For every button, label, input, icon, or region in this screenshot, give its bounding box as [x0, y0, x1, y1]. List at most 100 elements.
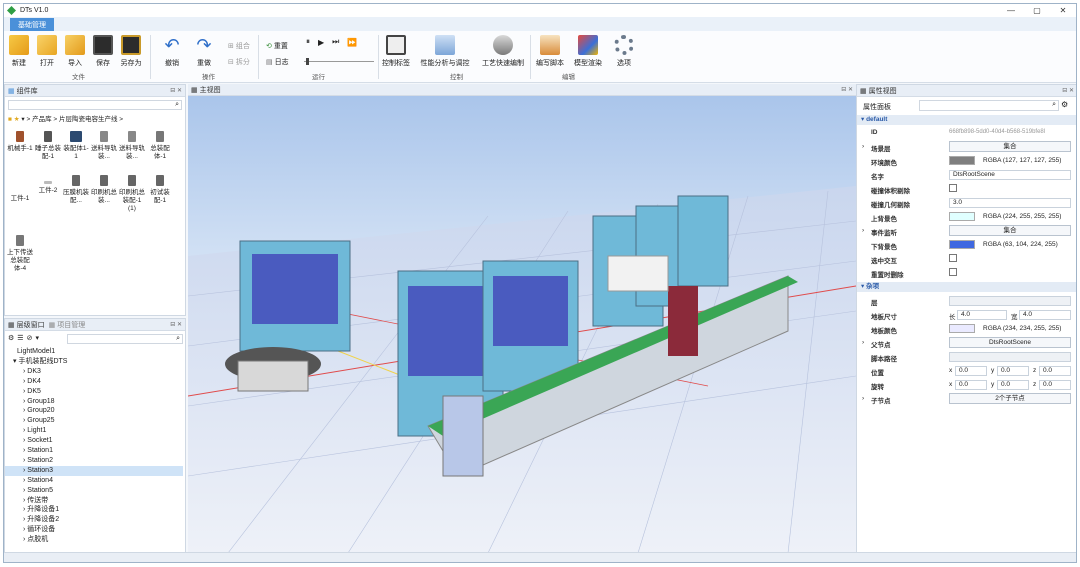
minimize-button[interactable]: —	[998, 4, 1024, 17]
rot-y-field[interactable]: 0.0	[997, 380, 1029, 390]
library-item[interactable]: 上下传送总装配体-4	[7, 235, 33, 273]
floor-width-field[interactable]: 4.0	[1019, 310, 1071, 320]
collection-button[interactable]: 集合	[949, 141, 1071, 152]
tree-item[interactable]: › 循环设备	[9, 525, 55, 535]
panel-pin-icon[interactable]: ⊟ ✕	[170, 87, 182, 94]
tree-item[interactable]: › Socket1	[9, 436, 53, 446]
reset-checkbox[interactable]	[949, 268, 957, 276]
properties-search-input[interactable]: ⌕	[919, 100, 1059, 111]
link-icon[interactable]: ⊘	[27, 334, 33, 342]
reset-button[interactable]: ⟲ 重置	[266, 41, 288, 51]
color-swatch[interactable]	[949, 212, 975, 221]
hierarchy-search-input[interactable]: ⌕	[67, 334, 183, 344]
children-button[interactable]: 2个子节点	[949, 393, 1071, 404]
tree-item[interactable]: › 升降设备2	[9, 515, 59, 525]
library-item[interactable]: 总装配体-1	[147, 131, 173, 161]
color-swatch[interactable]	[949, 240, 975, 249]
speed-slider[interactable]	[304, 58, 374, 65]
tree-item[interactable]: › 升降设备1	[9, 505, 59, 515]
maximize-button[interactable]: ▢	[1024, 4, 1050, 17]
tree-item[interactable]: › Group20	[9, 406, 55, 416]
save-as-button[interactable]: 另存为	[117, 35, 145, 68]
tree-item[interactable]: › DK3	[9, 367, 41, 377]
import-button[interactable]: 导入	[61, 35, 89, 68]
tree-item[interactable]: › 点胶机	[9, 535, 48, 545]
library-item[interactable]: 工件-2	[35, 181, 61, 195]
process-compile-button[interactable]: 工艺快速编制	[480, 35, 526, 68]
library-item[interactable]: 印刷机总装配-1 (1)	[119, 175, 145, 213]
pos-x-field[interactable]: 0.0	[955, 366, 987, 376]
tree-item[interactable]: › Group18	[9, 397, 55, 407]
combine-button[interactable]: ⊞ 组合	[228, 41, 250, 51]
tree-item[interactable]: › DK5	[9, 387, 41, 397]
color-swatch[interactable]	[949, 324, 975, 333]
tree-item[interactable]: ▾ 手机装配线DTS	[9, 357, 67, 367]
rot-z-field[interactable]: 0.0	[1039, 380, 1071, 390]
library-item[interactable]: 送料导轨装...	[119, 131, 145, 161]
station-5[interactable]	[677, 195, 729, 287]
list-icon[interactable]: ☰	[17, 334, 23, 342]
library-item[interactable]: 装配体1-1	[63, 131, 89, 161]
layer-field[interactable]	[949, 296, 1071, 306]
save-button[interactable]: 保存	[89, 35, 117, 68]
new-button[interactable]: 新建	[5, 35, 33, 68]
library-item[interactable]: 送料导轨装...	[91, 131, 117, 161]
pick-checkbox[interactable]	[949, 254, 957, 262]
write-script-button[interactable]: 编写脚本	[534, 35, 566, 68]
parent-button[interactable]: DtsRootScene	[949, 337, 1071, 348]
tree-item[interactable]: › Station5	[9, 486, 53, 496]
panel-pin-icon[interactable]: ⊟ ✕	[1062, 87, 1074, 94]
library-search-input[interactable]: ⌕	[8, 100, 182, 110]
section-default[interactable]: ▾ default	[857, 115, 1076, 125]
star-icon[interactable]: ★	[14, 116, 20, 123]
scene-3d-render[interactable]	[188, 96, 856, 553]
tree-item[interactable]: › Station4	[9, 476, 53, 486]
control-tag-button[interactable]: 控制标签	[380, 35, 412, 68]
options-button[interactable]: 选项	[610, 35, 638, 68]
tab-project[interactable]: 项目管理	[57, 320, 85, 330]
tree-item[interactable]: › Station2	[9, 456, 53, 466]
close-button[interactable]: ✕	[1050, 4, 1076, 17]
section-misc[interactable]: ▾ 杂项	[857, 282, 1076, 292]
pos-z-field[interactable]: 0.0	[1039, 366, 1071, 376]
library-item[interactable]: 压膜机装配...	[63, 175, 89, 205]
undo-button[interactable]: ↶ 撤销	[158, 35, 186, 68]
chevron-down-icon[interactable]: ▾	[35, 334, 39, 342]
cull-checkbox[interactable]	[949, 184, 957, 192]
tab-hierarchy[interactable]: 层级窗口	[17, 320, 45, 330]
script-path-field[interactable]	[949, 352, 1071, 362]
split-button[interactable]: ⊟ 拆分	[228, 57, 250, 67]
tree-item[interactable]: LightModel1	[9, 347, 55, 357]
main-viewport[interactable]: ▦ 主视图 ⊟ ✕	[188, 84, 856, 553]
pos-y-field[interactable]: 0.0	[997, 366, 1029, 376]
name-field[interactable]: DtsRootScene	[949, 170, 1071, 180]
open-button[interactable]: 打开	[33, 35, 61, 68]
performance-analysis-button[interactable]: 性能分析与调控	[421, 35, 470, 68]
breadcrumb-item[interactable]: 片层陶瓷电容生产线	[59, 116, 118, 123]
pause-icon[interactable]: ⏸	[306, 37, 310, 47]
model-render-button[interactable]: 模型渲染	[572, 35, 604, 68]
collection-button[interactable]: 集合	[949, 225, 1071, 236]
library-item[interactable]: 初试装配-1	[147, 175, 173, 205]
log-button[interactable]: ▤ 日志	[266, 57, 289, 67]
tree-item[interactable]: › Station3	[5, 465, 183, 476]
breadcrumb-item[interactable]: 产品库	[32, 116, 52, 123]
tab-basic-management[interactable]: 基础管理	[10, 18, 54, 31]
tree-item[interactable]: › DK4	[9, 377, 41, 387]
panel-pin-icon[interactable]: ⊟ ✕	[170, 321, 182, 328]
tree-item[interactable]: › Station1	[9, 446, 53, 456]
library-item[interactable]: 工件-1	[7, 181, 33, 203]
step-icon[interactable]: ⏭	[332, 37, 339, 47]
rot-x-field[interactable]: 0.0	[955, 380, 987, 390]
play-icon[interactable]: ▶	[318, 38, 324, 47]
redo-button[interactable]: ↷ 重做	[190, 35, 218, 68]
library-item[interactable]: 印刷机总装...	[91, 175, 117, 205]
tree-item[interactable]: › 传送带	[9, 496, 48, 506]
color-swatch[interactable]	[949, 156, 975, 165]
library-item[interactable]: 睡子总装配-1	[35, 131, 61, 161]
lod-field[interactable]: 3.0	[949, 198, 1071, 208]
floor-length-field[interactable]: 4.0	[957, 310, 1007, 320]
tree-item[interactable]: › Group25	[9, 416, 55, 426]
gear-icon[interactable]: ⚙	[1061, 100, 1068, 109]
panel-pin-icon[interactable]: ⊟ ✕	[841, 86, 853, 93]
